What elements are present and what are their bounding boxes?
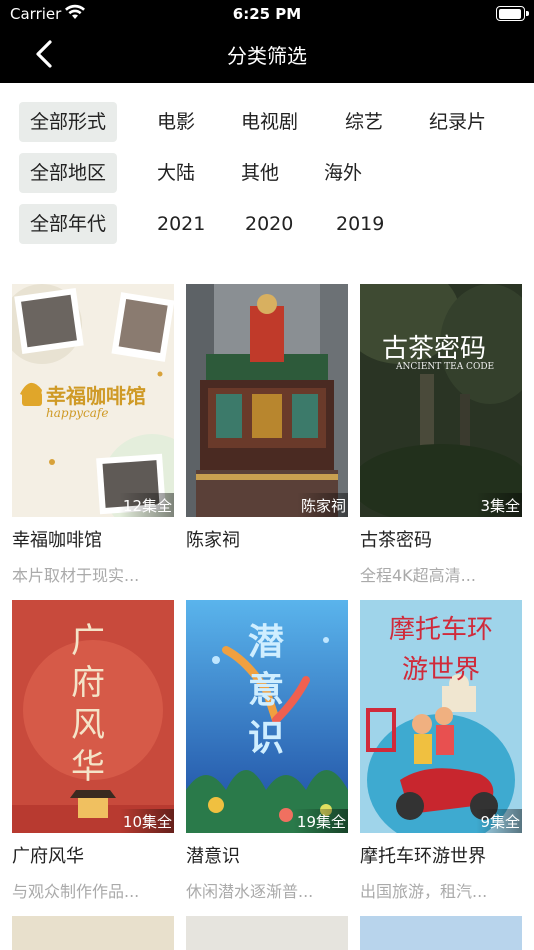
video-title: 陈家祠 <box>186 530 240 551</box>
filter-row-year: 全部年代 2021 2020 2019 <box>0 202 534 253</box>
poster-subtitle: ANCIENT TEA CODE <box>396 362 495 372</box>
episode-badge: 19集全 <box>292 809 348 833</box>
poster-image: 摩托车环游世界 9集全 <box>360 600 522 833</box>
filter-year-2020[interactable]: 2020 <box>245 204 293 244</box>
episode-badge: 10集全 <box>118 809 174 833</box>
video-card[interactable] <box>186 916 348 950</box>
navigation-bar: Carrier 6:25 PM 分类筛选 <box>0 0 534 83</box>
filter-form-documentary[interactable]: 纪录片 <box>429 102 486 142</box>
filter-year-2021[interactable]: 2021 <box>157 204 205 244</box>
video-description: 与观众制作作品... <box>12 882 140 901</box>
poster-image: 古茶密码 ANCIENT TEA CODE 3集全 <box>360 284 522 517</box>
video-title: 广府风华 <box>12 846 84 867</box>
poster-title: 潜意识 <box>247 621 284 759</box>
poster-image: 陈家祠 <box>186 284 348 517</box>
filter-region-other[interactable]: 其他 <box>241 153 279 193</box>
filter-row-form: 全部形式 电影 电视剧 综艺 纪录片 <box>0 100 534 151</box>
video-description: 休闲潜水逐渐普... <box>186 882 314 901</box>
episode-badge: 3集全 <box>476 493 522 517</box>
status-bar: Carrier 6:25 PM <box>0 0 534 28</box>
filter-region-all[interactable]: 全部地区 <box>19 153 118 193</box>
battery-icon <box>496 6 529 21</box>
video-description: 全程4K超高清... <box>360 566 476 585</box>
episode-badge: 9集全 <box>476 809 522 833</box>
poster-image: 潜意识 19集全 <box>186 600 348 833</box>
poster-title: 古茶密码 <box>382 334 487 364</box>
filter-region-mainland[interactable]: 大陆 <box>157 153 195 193</box>
video-card[interactable]: 幸福咖啡馆 happycafe 12集全 幸福咖啡馆 本片取材于现实... <box>12 284 174 586</box>
poster-title: 摩托车环游世界 <box>388 615 493 685</box>
video-card[interactable] <box>360 916 522 950</box>
video-title: 潜意识 <box>186 846 240 867</box>
poster-subtitle: happycafe <box>46 406 109 420</box>
filter-row-region: 全部地区 大陆 其他 海外 <box>0 151 534 202</box>
filter-year-all[interactable]: 全部年代 <box>19 204 118 244</box>
filter-form-movie[interactable]: 电影 <box>157 102 195 142</box>
video-title: 古茶密码 <box>360 530 432 551</box>
video-card[interactable]: 古茶密码 ANCIENT TEA CODE 3集全 古茶密码 全程4K超高清..… <box>360 284 522 586</box>
video-card[interactable] <box>12 916 174 950</box>
filter-year-2019[interactable]: 2019 <box>336 204 384 244</box>
episode-badge: 12集全 <box>118 493 174 517</box>
video-card[interactable]: 潜意识 19集全 潜意识 休闲潜水逐渐普... <box>186 600 348 902</box>
poster-image: 广府风华 10集全 <box>12 600 174 833</box>
video-description: 出国旅游，租汽... <box>360 882 488 901</box>
filter-form-all[interactable]: 全部形式 <box>19 102 118 142</box>
filter-region-overseas[interactable]: 海外 <box>324 153 362 193</box>
status-time: 6:25 PM <box>232 5 302 23</box>
filter-form-tv[interactable]: 电视剧 <box>241 102 298 142</box>
poster-title: 广府风华 <box>71 621 105 787</box>
page-title: 分类筛选 <box>227 44 307 68</box>
episode-badge: 陈家祠 <box>296 493 348 517</box>
video-title: 摩托车环游世界 <box>360 846 486 867</box>
video-card[interactable]: 广府风华 10集全 广府风华 与观众制作作品... <box>12 600 174 902</box>
video-title: 幸福咖啡馆 <box>12 530 102 551</box>
video-card[interactable]: 摩托车环游世界 9集全 摩托车环游世界 出国旅游，租汽... <box>360 600 522 902</box>
filter-panel: 全部形式 电影 电视剧 综艺 纪录片 全部地区 大陆 其他 海外 全部年代 20… <box>0 100 534 253</box>
poster-title: 幸福咖啡馆 <box>46 384 146 408</box>
poster-image: 幸福咖啡馆 happycafe 12集全 <box>12 284 174 517</box>
filter-form-variety[interactable]: 综艺 <box>345 102 383 142</box>
video-card[interactable]: 陈家祠 陈家祠 <box>186 284 348 562</box>
video-description: 本片取材于现实... <box>12 566 140 585</box>
